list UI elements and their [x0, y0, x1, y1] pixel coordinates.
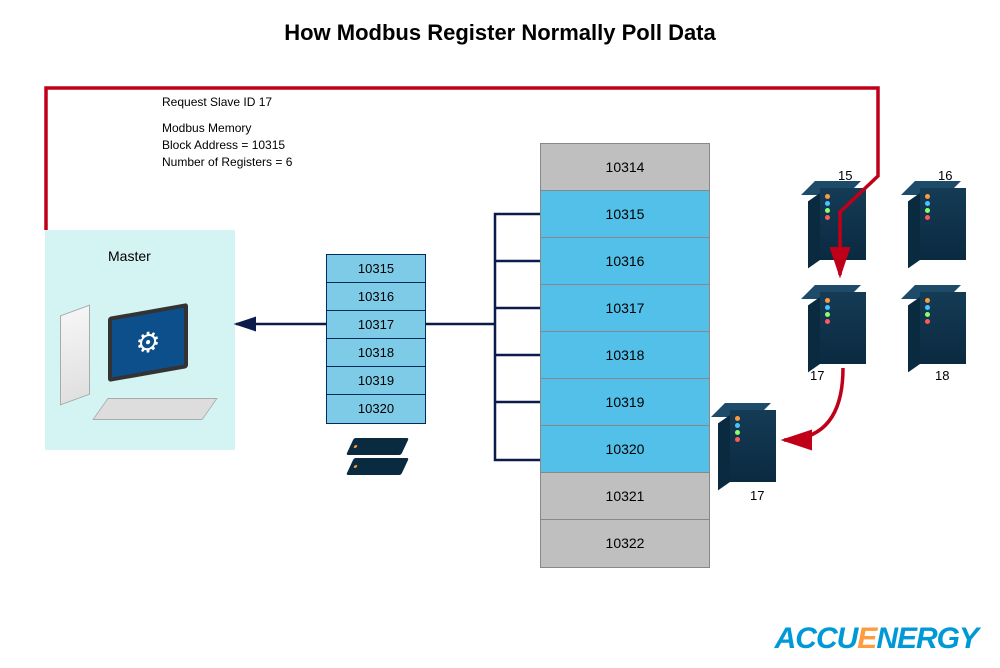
server-node-17 [820, 292, 866, 364]
server-label: 15 [838, 168, 852, 183]
server-node-16 [920, 188, 966, 260]
table-row: 10315 [327, 255, 425, 283]
memory-info-block: Modbus Memory Block Address = 10315 Numb… [162, 120, 292, 170]
accuenergy-logo: ACCUENERGY [775, 622, 978, 656]
table-row: 10314 [541, 144, 709, 191]
brand-part2: E [857, 622, 876, 655]
small-server-icon [350, 438, 405, 476]
table-row: 10322 [541, 520, 709, 567]
table-row: 10320 [541, 426, 709, 473]
gear-icon: ⚙ [135, 324, 160, 361]
table-row: 10317 [541, 285, 709, 332]
table-row: 10318 [327, 339, 425, 367]
memory-line-2: Block Address = 10315 [162, 137, 292, 154]
server-node-18 [920, 292, 966, 364]
table-row: 10317 [327, 311, 425, 339]
diagram-title: How Modbus Register Normally Poll Data [0, 20, 1000, 46]
master-label: Master [108, 248, 151, 264]
server-label: 17 [810, 368, 824, 383]
brand-part3: NERGY [876, 622, 978, 655]
table-row: 10318 [541, 332, 709, 379]
server-label: 16 [938, 168, 952, 183]
server-label: 18 [935, 368, 949, 383]
table-row: 10316 [327, 283, 425, 311]
server-node-15 [820, 188, 866, 260]
server-node-17b [730, 410, 776, 482]
modbus-memory-table: 10314 10315 10316 10317 10318 10319 1032… [540, 143, 710, 568]
table-row: 10315 [541, 191, 709, 238]
memory-line-3: Number of Registers = 6 [162, 154, 292, 171]
table-row: 10319 [327, 367, 425, 395]
brand-part1: ACCU [775, 622, 858, 655]
server-label: 17 [750, 488, 764, 503]
response-register-table: 10315 10316 10317 10318 10319 10320 [326, 254, 426, 424]
table-row: 10321 [541, 473, 709, 520]
table-row: 10316 [541, 238, 709, 285]
memory-line-1: Modbus Memory [162, 120, 292, 137]
master-computer-icon: ⚙ [60, 310, 220, 440]
table-row: 10320 [327, 395, 425, 423]
table-row: 10319 [541, 379, 709, 426]
request-slave-label: Request Slave ID 17 [162, 95, 272, 109]
